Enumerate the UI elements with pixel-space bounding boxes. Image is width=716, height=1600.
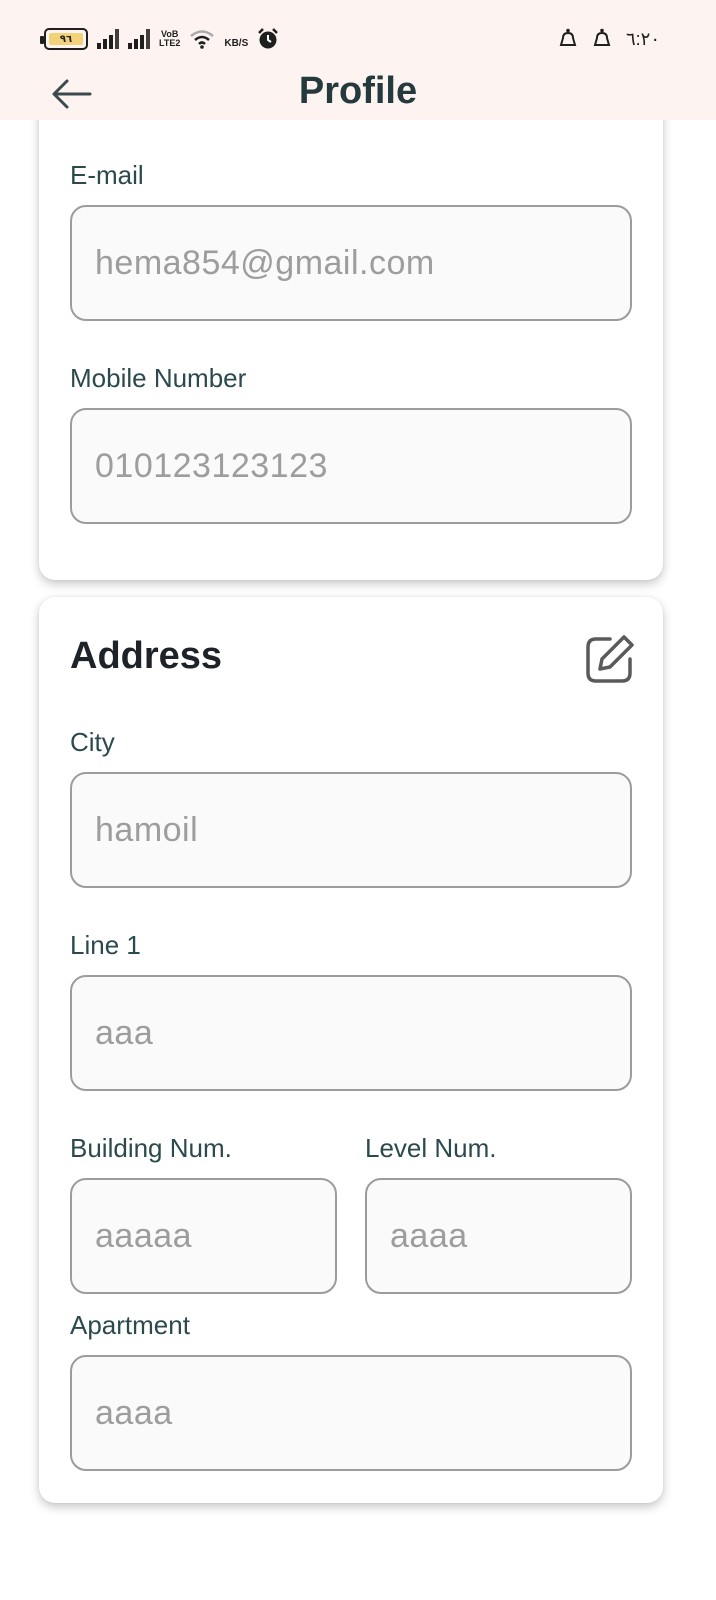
apartment-label: Apartment	[70, 1310, 190, 1340]
mobile-label: Mobile Number	[70, 363, 247, 393]
battery-icon: ٩٦	[40, 28, 88, 50]
wifi-icon	[190, 30, 215, 49]
mobile-number-field[interactable]: 010123123123	[70, 408, 632, 524]
status-bar: ٩٦ VoB LTE2 KB/S ٦:٢٠	[0, 0, 716, 66]
contact-card: E-mail hema854@gmail.com Mobile Number 0…	[39, 20, 663, 580]
network-speed-unit: KB/S	[224, 37, 249, 49]
signal-icon	[97, 29, 119, 49]
city-placeholder: hamoil	[95, 810, 199, 849]
line1-placeholder: aaa	[95, 1013, 154, 1052]
status-time: ٦:٢٠	[625, 28, 660, 49]
alarm-icon	[258, 28, 279, 49]
level-number-field[interactable]: aaaa	[365, 1178, 632, 1294]
apartment-field[interactable]: aaaa	[70, 1355, 632, 1471]
signal-icon-2	[128, 29, 150, 49]
notification-icon	[559, 28, 577, 46]
level-label: Level Num.	[365, 1133, 497, 1163]
building-placeholder: aaaaa	[95, 1216, 193, 1255]
status-right-group: ٦:٢٠	[558, 28, 660, 50]
notification-icon-2	[593, 28, 611, 46]
building-number-field[interactable]: aaaaa	[70, 1178, 337, 1294]
line1-label: Line 1	[70, 930, 141, 960]
edit-icon	[586, 635, 634, 683]
battery-level: ٩٦	[59, 33, 73, 45]
line1-field[interactable]: aaa	[70, 975, 632, 1091]
level-placeholder: aaaa	[390, 1216, 468, 1255]
edit-address-button[interactable]	[584, 633, 636, 685]
city-label: City	[70, 727, 115, 757]
status-left-group: ٩٦ VoB LTE2 KB/S	[40, 28, 279, 50]
network-type-icon: VoB LTE2	[159, 30, 180, 48]
network-label-bottom: LTE2	[159, 38, 181, 48]
email-placeholder: hema854@gmail.com	[95, 243, 435, 282]
apartment-placeholder: aaaa	[95, 1393, 173, 1432]
email-field[interactable]: hema854@gmail.com	[70, 205, 632, 321]
email-label: E-mail	[70, 160, 144, 190]
app-bar: Profile	[0, 66, 716, 120]
address-title: Address	[70, 635, 223, 677]
page-title: Profile	[298, 70, 418, 112]
city-field[interactable]: hamoil	[70, 772, 632, 888]
building-label: Building Num.	[70, 1133, 232, 1163]
address-card: Address City hamoil Line 1 aaa Building …	[39, 597, 663, 1503]
mobile-placeholder: 010123123123	[95, 446, 328, 485]
